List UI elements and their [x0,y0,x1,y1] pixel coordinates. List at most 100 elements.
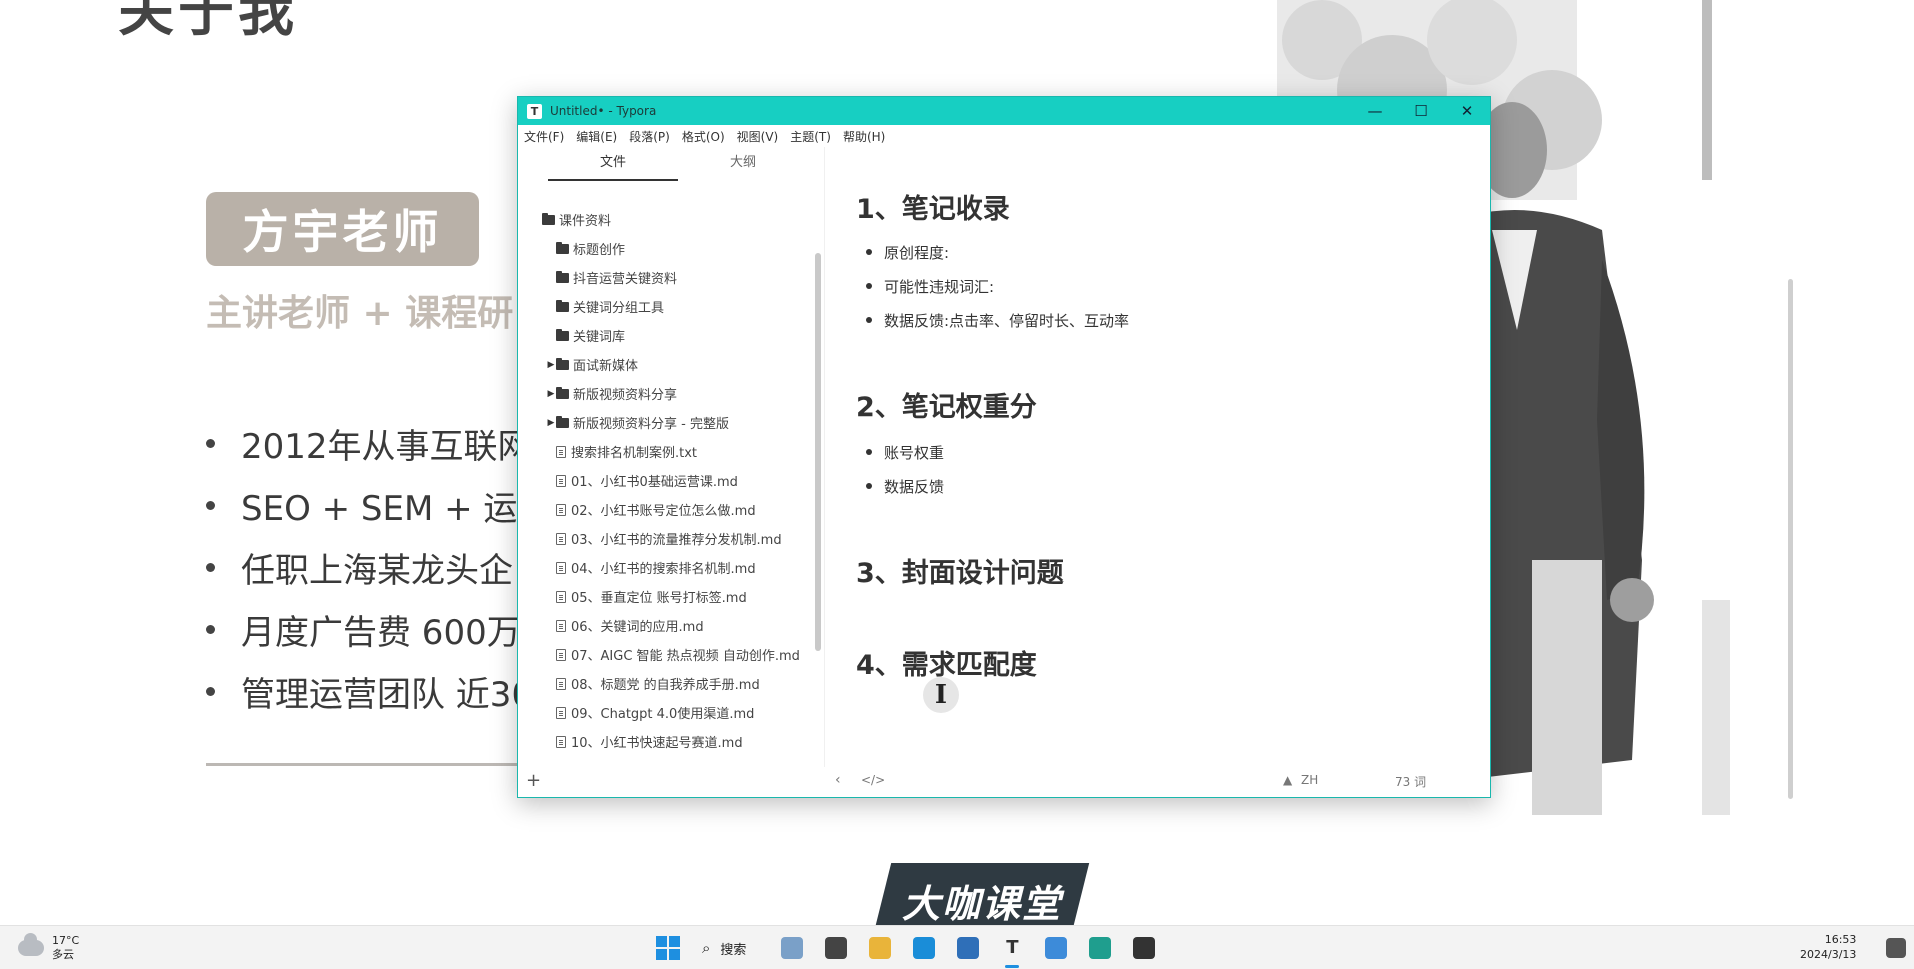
tree-item-label: 09、Chatgpt 4.0使用渠道.md [571,707,755,722]
tree-item-label: 新版视频资料分享 [573,388,678,403]
tree-item-label: 新版视频资料分享 - 完整版 [573,417,729,432]
folder-icon [542,212,555,225]
folder-icon [556,270,569,283]
tree-folder[interactable]: 课件资料 [518,205,812,234]
tree-file[interactable]: 06、关键词的应用.md [518,611,812,640]
file-sidebar: 文件 大纲 课件资料 标题创作 抖音运营关键资料 关键词分组工具 关键词库 ▶ 面试新媒体 ▶… [518,147,825,767]
bullet-text: 2012年从事互联网 [241,426,532,467]
windows-start-icon[interactable] [656,936,680,960]
tree-file[interactable]: 07、AIGC 智能 热点视频 自动创作.md [518,640,812,669]
sidebar-scrollbar[interactable] [815,253,821,651]
taskbar-search[interactable]: ⌕ 搜索 [702,939,746,958]
tree-item-label: 标题创作 [573,243,626,258]
close-button[interactable]: ✕ [1444,97,1490,125]
menu-edit[interactable]: 编辑(E) [576,128,617,145]
minimize-button[interactable]: — [1352,97,1398,125]
taskbar-app-widgets[interactable] [776,932,808,964]
source-mode-button[interactable]: </> [861,773,885,787]
taskbar-app-terminal[interactable] [820,932,852,964]
heading-1-list: 原创程度: 可能性违规词汇: 数据反馈:点击率、停留时长、互动率 [856,235,1129,337]
tree-file[interactable]: 搜索排名机制案例.txt [518,437,812,466]
menu-paragraph[interactable]: 段落(P) [629,128,670,145]
list-item-text: 数据反馈:点击率、停留时长、互动率 [884,311,1130,330]
collapse-sidebar-icon[interactable]: ‹ [835,772,841,788]
tree-file[interactable]: 05、垂直定位 账号打标签.md [518,582,812,611]
taskbar-app-store[interactable] [952,932,984,964]
chevron-right-icon[interactable]: ▶ [546,389,556,399]
tab-files[interactable]: 文件 [548,147,678,181]
menu-view[interactable]: 视图(V) [737,128,779,145]
editor-scrollbar[interactable] [1788,279,1793,799]
brand-logo: 大咖课堂 [868,855,1090,925]
tree-file[interactable]: 08、标题党 的自我养成手册.md [518,669,812,698]
tree-folder[interactable]: 标题创作 [518,234,812,263]
list-item: 账号权重 [856,435,944,469]
title-bar[interactable]: T Untitled• - Typora — ☐ ✕ [518,97,1490,125]
tree-file[interactable]: 04、小红书的搜索排名机制.md [518,553,812,582]
tree-file[interactable]: 03、小红书的流量推荐分发机制.md [518,524,812,553]
taskbar-app-notepad[interactable] [1040,932,1072,964]
menu-help[interactable]: 帮助(H) [843,128,885,145]
bullet-dot [866,283,872,289]
bullet-dot [206,624,215,634]
maximize-button[interactable]: ☐ [1398,97,1444,125]
tree-item-label: 搜索排名机制案例.txt [571,446,698,461]
name-badge: 方宇老师 [206,192,479,266]
list-item-text: 原创程度: [884,243,950,262]
file-icon [556,677,566,690]
bullet-dot [866,449,872,455]
slide-bullet-list: 2012年从事互联网 SEO + SEM + 运营 任职上海某龙头企 月度广告费… [206,412,551,722]
menu-file[interactable]: 文件(F) [524,128,564,145]
notification-app-icon[interactable] [1886,938,1906,958]
file-icon [556,561,566,574]
taskbar-app-app[interactable] [1128,932,1160,964]
warning-icon[interactable]: ▲ [1283,773,1292,787]
system-clock[interactable]: 16:53 2024/3/13 [1800,932,1856,962]
folder-icon [556,241,569,254]
bullet-dot [206,686,215,696]
folder-icon [556,415,569,428]
tree-folder[interactable]: 关键词库 [518,321,812,350]
cloud-icon [18,933,44,956]
taskbar-app-file-explorer[interactable] [864,932,896,964]
weather-widget[interactable]: 17°C 多云 [18,933,79,962]
tree-file[interactable]: 10、小红书快速起号赛道.md [518,727,812,753]
taskbar-app-edge[interactable] [908,932,940,964]
tree-folder[interactable]: 抖音运营关键资料 [518,263,812,292]
tree-file[interactable]: 01、小红书0基础运营课.md [518,466,812,495]
role-line: 主讲老师 + 课程研 [206,293,514,334]
tab-outline[interactable]: 大纲 [678,147,808,185]
tree-file[interactable]: 02、小红书账号定位怎么做.md [518,495,812,524]
tree-item-label: 08、标题党 的自我养成手册.md [571,678,760,693]
language-indicator[interactable]: ZH [1301,773,1318,787]
chevron-right-icon[interactable]: ▶ [546,360,556,370]
terminal-icon [825,937,848,959]
tree-folder[interactable]: ▶ 新版视频资料分享 [518,379,812,408]
menu-theme[interactable]: 主题(T) [790,128,831,145]
taskbar-app-typora[interactable]: T [996,932,1028,968]
menu-format[interactable]: 格式(O) [682,128,725,145]
tree-item-label: 06、关键词的应用.md [571,620,704,635]
taskbar-app-edge-dev[interactable] [1084,932,1116,964]
tree-folder[interactable]: ▶ 新版视频资料分享 - 完整版 [518,408,812,437]
list-item: 原创程度: [856,235,1129,269]
typora-icon: T [1006,937,1019,958]
bullet-text: 任职上海某龙头企 [241,550,513,591]
file-icon [556,735,566,748]
slide-bullet: SEO + SEM + 运营 [206,474,551,536]
file-icon [556,532,566,545]
word-count[interactable]: 73 词 [1395,773,1426,790]
chevron-right-icon[interactable]: ▶ [546,418,556,428]
tree-item-label: 03、小红书的流量推荐分发机制.md [571,533,782,548]
tree-item-label: 10、小红书快速起号赛道.md [571,736,743,751]
editor-area[interactable]: 1、笔记收录 原创程度: 可能性违规词汇: 数据反馈:点击率、停留时长、互动率 … [825,147,1793,799]
add-file-button[interactable]: + [526,770,541,791]
clock-date: 2024/3/13 [1800,948,1857,961]
bullet-dot [206,500,215,510]
folder-icon [556,299,569,312]
tree-folder[interactable]: 关键词分组工具 [518,292,812,321]
slide-bullet: 任职上海某龙头企 [206,536,551,598]
tree-item-label: 05、垂直定位 账号打标签.md [571,591,747,606]
tree-folder[interactable]: ▶ 面试新媒体 [518,350,812,379]
tree-file[interactable]: 09、Chatgpt 4.0使用渠道.md [518,698,812,727]
